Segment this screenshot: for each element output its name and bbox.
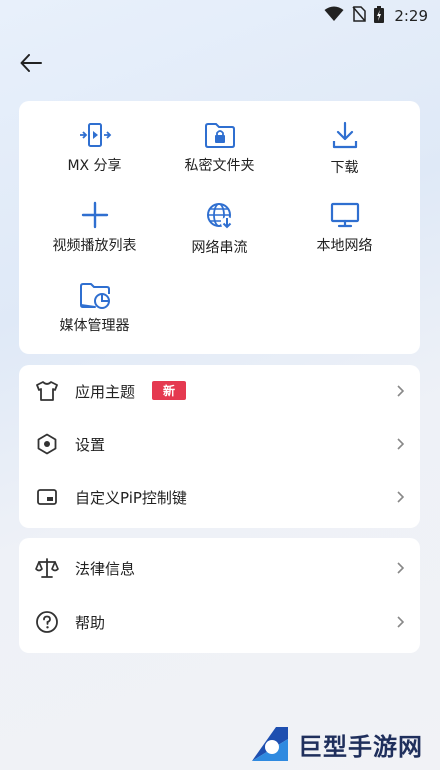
share-transfer-icon [78,121,112,149]
grid-item-mx-share[interactable]: MX 分享 [28,103,161,174]
grid-item-private-folder[interactable]: 私密文件夹 [153,103,286,174]
chevron-right-icon [396,561,406,575]
wifi-icon [324,6,344,26]
watermark: 巨型手游网 [246,718,436,770]
pip-icon [35,485,59,509]
list-item-app-theme[interactable]: 应用主题 新 [19,365,420,417]
new-badge: 新 [152,381,187,400]
grid-item-video-playlist[interactable]: 视频播放列表 [28,183,161,254]
list-item-label: 设置 [75,435,106,454]
info-list-card: 法律信息 帮助 [19,538,420,653]
grid-item-label: 私密文件夹 [184,158,255,174]
status-bar: 2:29 [0,0,440,32]
scale-icon [35,556,59,580]
watermark-text: 巨型手游网 [298,732,423,761]
list-item-legal[interactable]: 法律信息 [19,542,420,594]
help-circle-icon [35,610,59,634]
grid-item-label: 网络串流 [191,240,248,256]
chevron-right-icon [396,384,406,398]
grid-item-label: 本地网络 [316,238,373,254]
tshirt-icon [35,379,59,403]
grid-item-label: 媒体管理器 [59,318,130,334]
status-time: 2:29 [394,7,428,25]
list-item-settings[interactable]: 设置 [19,418,420,470]
settings-list-card: 应用主题 新 设置 自定义PiP控制键 [19,365,420,528]
list-item-label: 自定义PiP控制键 [75,488,187,507]
monitor-icon [328,201,362,229]
grid-item-media-manager[interactable]: 媒体管理器 [28,263,161,334]
chevron-right-icon [396,490,406,504]
plus-icon [78,201,112,229]
lock-folder-icon [203,121,237,149]
no-sim-icon [352,6,367,26]
list-item-label: 应用主题 [75,382,136,401]
grid-item-network-stream[interactable]: 网络串流 [153,183,286,256]
download-icon [328,121,362,151]
list-item-pip-controls[interactable]: 自定义PiP控制键 [19,471,420,523]
grid-item-label: 视频播放列表 [52,238,137,254]
chevron-right-icon [396,615,406,629]
list-item-label: 法律信息 [75,559,136,578]
grid-item-label: 下载 [330,160,359,176]
grid-item-download[interactable]: 下载 [278,103,411,176]
watermark-logo-icon [252,727,288,761]
battery-charging-icon [374,5,385,27]
list-item-help[interactable]: 帮助 [19,596,420,648]
globe-download-icon [203,201,237,231]
hexagon-settings-icon [35,432,59,456]
list-item-label: 帮助 [75,613,106,632]
back-button[interactable] [14,46,48,80]
quick-actions-card: MX 分享 私密文件夹 下载 视频播放列表 网络串流 本地网络 媒体管理器 [19,101,420,354]
chevron-right-icon [396,437,406,451]
arrow-left-icon [20,54,42,72]
grid-item-local-network[interactable]: 本地网络 [278,183,411,254]
folder-chart-icon [78,281,112,309]
grid-item-label: MX 分享 [67,158,122,174]
